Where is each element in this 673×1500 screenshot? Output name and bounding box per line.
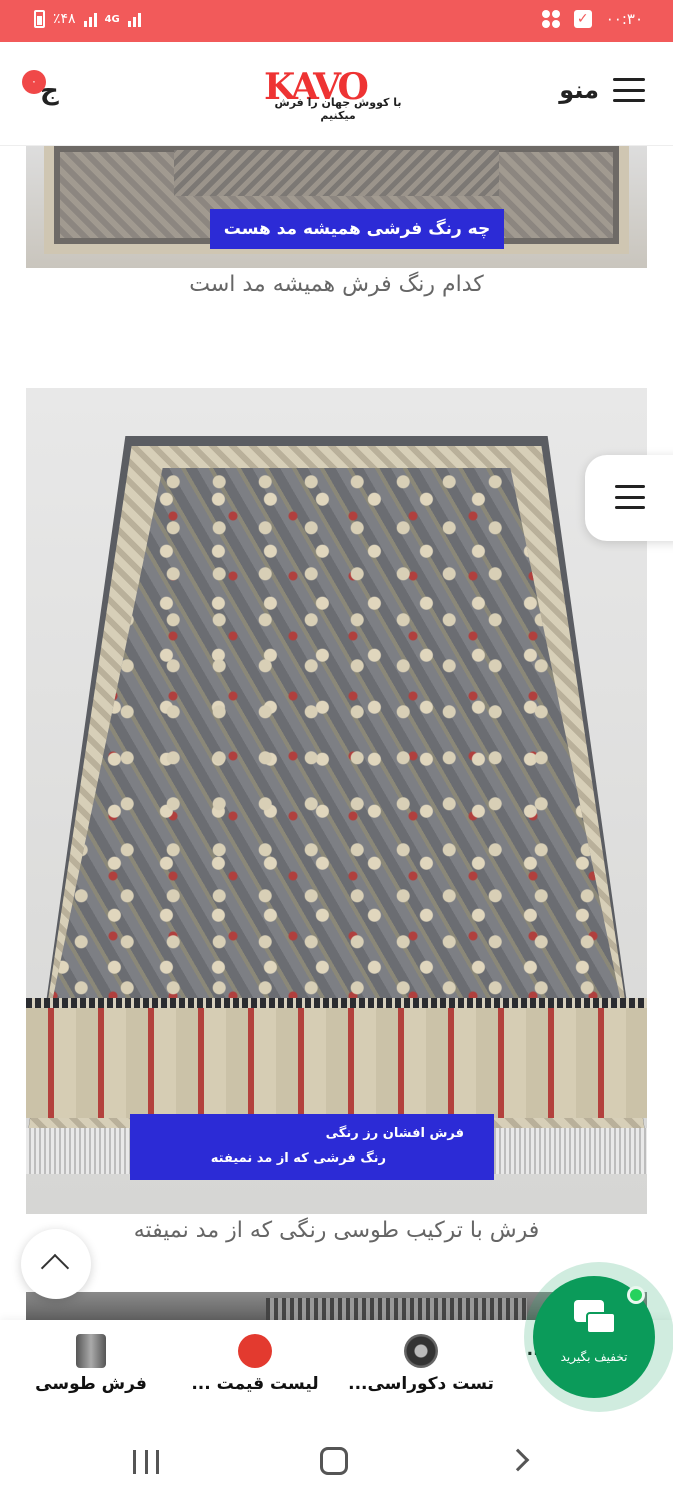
menu-button[interactable]: منو bbox=[559, 76, 645, 104]
post-caption-1[interactable]: کدام رنگ فرش همیشه مد است bbox=[26, 272, 647, 297]
post-image-1[interactable]: چه رنگ فرشی همیشه مد هست bbox=[26, 146, 647, 268]
chevron-up-icon bbox=[40, 1253, 70, 1283]
story-item[interactable]: فرش طوسی bbox=[16, 1334, 166, 1394]
home-icon[interactable] bbox=[320, 1447, 348, 1475]
cart-count-badge: ۰ bbox=[22, 70, 46, 94]
site-header: منو KAVO با کووش جهان را فرش میکنیم ج ۰ bbox=[0, 42, 673, 146]
chat-label: تخفیف بگیرید bbox=[560, 1350, 628, 1364]
site-logo[interactable]: KAVO با کووش جهان را فرش میکنیم bbox=[258, 66, 418, 124]
status-left: ٪۴۸ 4G bbox=[34, 10, 141, 28]
logo-tagline: با کووش جهان را فرش میکنیم bbox=[274, 96, 402, 122]
floating-menu-button[interactable] bbox=[585, 455, 673, 541]
app-grid-icon bbox=[541, 10, 560, 28]
menu-label: منو bbox=[559, 76, 599, 104]
rug-thumbnail-icon bbox=[76, 1334, 106, 1368]
battery-icon bbox=[34, 10, 45, 28]
status-right: ✓ ۰۰:۳۰ bbox=[541, 10, 643, 28]
image-banner-1: چه رنگ فرشی همیشه مد هست bbox=[210, 209, 504, 249]
hamburger-icon bbox=[613, 78, 645, 102]
system-nav-bar bbox=[0, 1420, 673, 1500]
story-label: فرش طوسی bbox=[35, 1374, 147, 1394]
post-image-2[interactable]: فرش افشان رز رنگی رنگ فرشی که از مد نمیف… bbox=[26, 388, 647, 1214]
clock: ۰۰:۳۰ bbox=[605, 10, 643, 28]
decoration-test-icon bbox=[404, 1334, 438, 1368]
cart-button[interactable]: ج ۰ bbox=[22, 70, 74, 114]
price-list-icon bbox=[238, 1334, 272, 1368]
status-bar: ٪۴۸ 4G ✓ ۰۰:۳۰ bbox=[0, 0, 673, 42]
banner-line-1: فرش افشان رز رنگی bbox=[325, 1126, 464, 1141]
signal-icon bbox=[83, 11, 97, 27]
hamburger-icon bbox=[615, 485, 645, 509]
chat-bubbles-icon bbox=[574, 1300, 616, 1336]
story-item[interactable]: لیست قیمت ... bbox=[180, 1334, 330, 1394]
story-label: لیست قیمت ... bbox=[191, 1374, 319, 1394]
banner-line-2: رنگ فرشی که از مد نمیفته bbox=[210, 1151, 386, 1166]
rug-photo-lower-border bbox=[26, 1008, 647, 1118]
check-icon: ✓ bbox=[573, 10, 592, 28]
back-to-top-button[interactable] bbox=[21, 1229, 91, 1299]
signal-icon-2 bbox=[127, 11, 141, 27]
story-label: تست دکوراسی... bbox=[348, 1374, 494, 1394]
story-item[interactable]: تست دکوراسی... bbox=[346, 1334, 496, 1394]
battery-level: ٪۴۸ bbox=[53, 11, 76, 27]
post-caption-2[interactable]: فرش با ترکیب طوسی رنگی که از مد نمیفته bbox=[26, 1218, 647, 1243]
back-icon[interactable] bbox=[506, 1448, 530, 1472]
image-banner-2: فرش افشان رز رنگی رنگ فرشی که از مد نمیف… bbox=[130, 1114, 494, 1180]
online-status-dot bbox=[627, 1286, 645, 1304]
network-type: 4G bbox=[104, 13, 120, 25]
recent-apps-icon[interactable] bbox=[133, 1450, 159, 1474]
